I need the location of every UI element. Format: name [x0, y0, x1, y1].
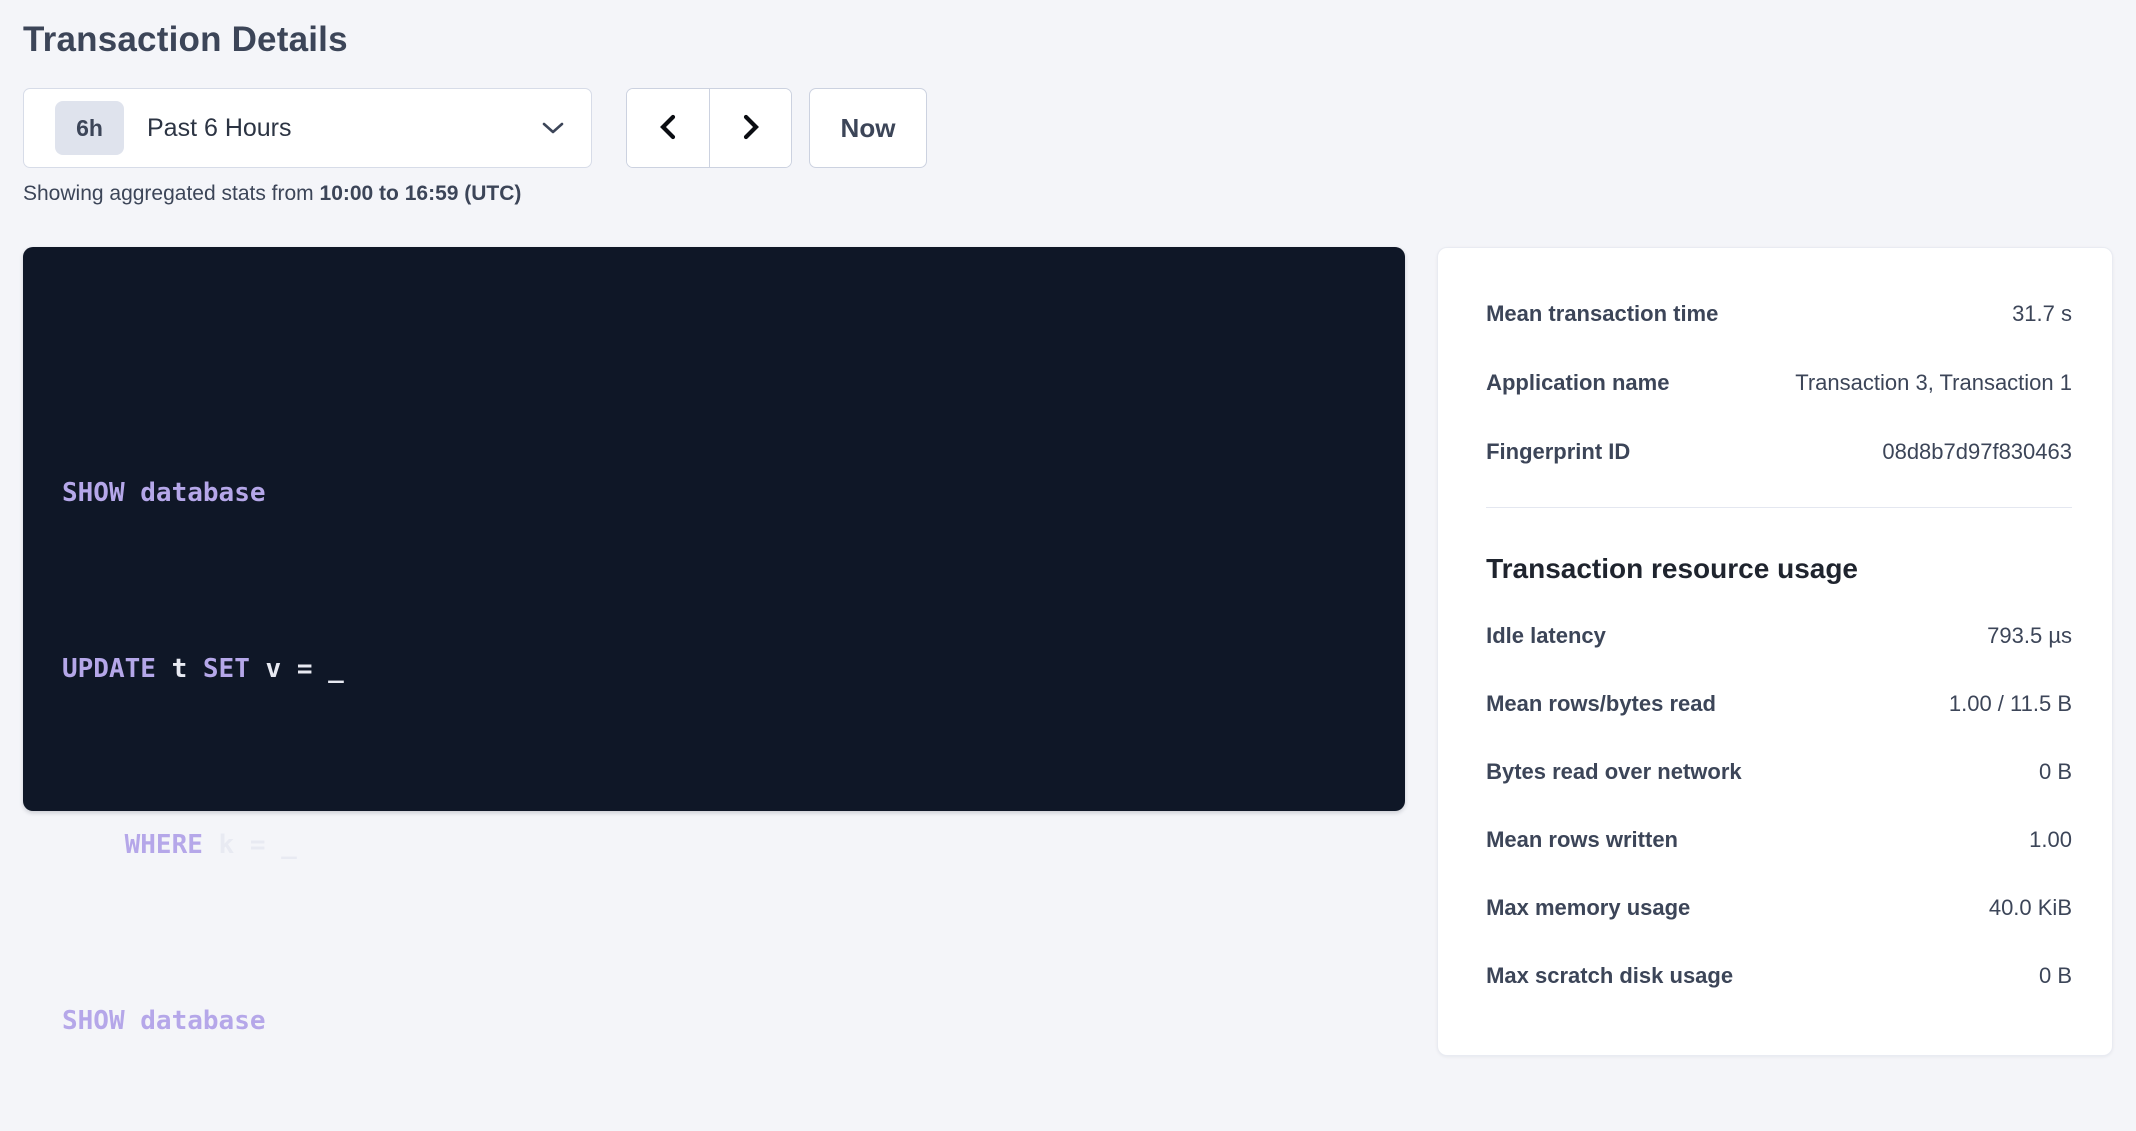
stat-row: Idle latency 793.5 µs: [1486, 622, 2072, 650]
transaction-details-page: Transaction Details 6h Past 6 Hours: [0, 0, 2136, 1056]
sql-token-id: t: [156, 654, 203, 684]
sql-token-id: [62, 830, 125, 860]
stat-row: Mean rows written 1.00: [1486, 826, 2072, 854]
sql-token-kw: UPDATE: [62, 654, 156, 684]
sql-line: SHOW database: [62, 999, 1375, 1043]
stat-value: 1.00: [2029, 826, 2072, 854]
now-button[interactable]: Now: [809, 88, 927, 168]
stat-row: Mean transaction time 31.7 s: [1486, 300, 2072, 328]
stat-row: Bytes read over network 0 B: [1486, 758, 2072, 786]
sql-token-id: v = _: [250, 654, 344, 684]
stat-row: Fingerprint ID 08d8b7d97f830463: [1486, 438, 2072, 466]
summary-card: Mean transaction time 31.7 s Application…: [1437, 247, 2113, 1056]
stat-label: Max memory usage: [1486, 894, 1706, 922]
sql-statements-box: SHOW database UPDATE t SET v = _ WHERE k…: [23, 247, 1405, 811]
page-title: Transaction Details: [23, 16, 2113, 64]
section-divider: [1486, 507, 2072, 508]
sql-token-id: [125, 1006, 141, 1036]
stat-value: 40.0 KiB: [1989, 894, 2072, 922]
stat-value: 0 B: [2039, 758, 2072, 786]
sql-token-kw: SHOW: [62, 1006, 125, 1036]
resource-rows: Idle latency 793.5 µs Mean rows/bytes re…: [1486, 622, 2072, 990]
chevron-left-icon: [655, 111, 681, 146]
time-nav-group: [626, 88, 792, 168]
stat-label: Mean transaction time: [1486, 300, 1734, 328]
main-content: SHOW database UPDATE t SET v = _ WHERE k…: [23, 247, 2113, 1056]
stat-value: 0 B: [2039, 962, 2072, 990]
stat-label: Mean rows/bytes read: [1486, 690, 1732, 718]
stat-label: Fingerprint ID: [1486, 438, 1646, 466]
stat-label: Application name: [1486, 369, 1685, 397]
stat-value: Transaction 3, Transaction 1: [1795, 369, 2072, 397]
aggregation-note: Showing aggregated stats from 10:00 to 1…: [23, 182, 2113, 206]
time-picker-toolbar: 6h Past 6 Hours: [23, 88, 2113, 168]
stat-row: Max scratch disk usage 0 B: [1486, 962, 2072, 990]
stat-value: 1.00 / 11.5 B: [1949, 690, 2072, 718]
time-range-dropdown[interactable]: 6h Past 6 Hours: [23, 88, 592, 168]
stat-label: Idle latency: [1486, 622, 1622, 650]
chevron-down-icon: [541, 120, 565, 136]
stat-row: Max memory usage 40.0 KiB: [1486, 894, 2072, 922]
sql-token-kw: WHERE: [125, 830, 203, 860]
stat-label: Mean rows written: [1486, 826, 1694, 854]
stat-label: Bytes read over network: [1486, 758, 1758, 786]
chevron-right-icon: [738, 111, 764, 146]
prev-time-button[interactable]: [627, 89, 709, 167]
summary-rows: Mean transaction time 31.7 s Application…: [1486, 300, 2072, 466]
stat-value: 08d8b7d97f830463: [1882, 438, 2072, 466]
sql-line: WHERE k = _: [62, 823, 1375, 867]
stat-label: Max scratch disk usage: [1486, 962, 1749, 990]
stat-row: Mean rows/bytes read 1.00 / 11.5 B: [1486, 690, 2072, 718]
sql-line: SHOW database: [62, 471, 1375, 515]
stat-value: 793.5 µs: [1987, 622, 2072, 650]
stat-row: Application name Transaction 3, Transact…: [1486, 369, 2072, 397]
sql-token-kw: SET: [203, 654, 250, 684]
aggregation-note-prefix: Showing aggregated stats from: [23, 182, 320, 205]
aggregation-note-range: 10:00 to 16:59 (UTC): [320, 182, 522, 205]
sql-token-id: [125, 478, 141, 508]
time-range-label: Past 6 Hours: [147, 114, 292, 143]
next-time-button[interactable]: [709, 89, 791, 167]
sql-token-kw: database: [140, 478, 265, 508]
sql-token-id: k = _: [203, 830, 297, 860]
stat-value: 31.7 s: [2012, 300, 2072, 328]
sql-token-kw: database: [140, 1006, 265, 1036]
resource-usage-heading: Transaction resource usage: [1486, 552, 2072, 586]
time-range-badge: 6h: [55, 101, 124, 155]
sql-token-kw: SHOW: [62, 478, 125, 508]
sql-line: UPDATE t SET v = _: [62, 647, 1375, 691]
